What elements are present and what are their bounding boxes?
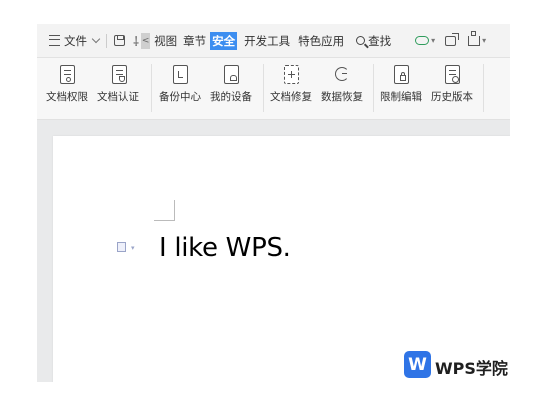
history-version-label: 历史版本 [431,91,473,103]
my-device-label: 我的设备 [210,91,252,103]
tab-security[interactable]: 安全 [210,31,238,50]
doc-permission-icon [60,65,75,84]
doc-certify-icon [112,65,127,84]
tray-icon [468,30,481,46]
my-device-icon [224,65,239,84]
data-recovery-label: 数据恢复 [321,91,363,103]
tab-scroll-left-button[interactable]: < [141,32,151,49]
chevron-down-icon: ▾ [431,36,436,45]
restrict-edit-button[interactable]: 限制编辑 [380,58,424,119]
data-recovery-icon [335,67,349,81]
cloud-icon [415,36,430,45]
search-label: 查找 [368,33,392,48]
doc-permission-button[interactable]: 文档权限 [46,58,90,119]
cloud-sync-button[interactable]: ▾ [415,36,435,45]
tab-featured-apps[interactable]: 特色应用 [296,33,346,49]
tab-view[interactable]: 视图 [152,33,179,49]
history-version-icon [445,65,460,84]
backup-center-label: 备份中心 [159,91,201,103]
paragraph-handle-icon[interactable] [117,242,126,252]
restrict-edit-icon [394,65,409,84]
backup-center-icon [170,65,188,84]
hamburger-icon [49,35,60,46]
file-menu-label: 文件 [64,33,87,48]
data-recovery-button[interactable]: 数据恢复 [321,58,365,119]
ribbon-divider [373,64,374,112]
wps-academy-watermark: WPS学院 [435,359,508,378]
document-text[interactable]: I like WPS. [159,233,291,263]
divider [106,33,107,48]
wps-logo: W [404,351,431,378]
my-device-button[interactable]: 我的设备 [210,58,254,119]
format-painter-icon[interactable]: ⸸ [133,32,139,50]
ribbon-divider [151,64,152,112]
wps-logo-letter: W [408,354,427,375]
tab-developer-tools[interactable]: 开发工具 [242,33,292,49]
doc-repair-button[interactable]: 文档修复 [270,58,314,119]
chevron-down-icon [91,34,101,44]
doc-certify-button[interactable]: 文档认证 [97,58,141,119]
share-icon[interactable] [445,32,460,46]
document-page[interactable]: ▾ I like WPS. [53,136,510,382]
security-ribbon: 文档权限 文档认证 备份中心 我的设备 文档修复 数据恢复 限制编辑 历史版本 [37,58,510,120]
backup-center-button[interactable]: 备份中心 [159,58,203,119]
ribbon-divider [483,64,484,112]
page-margin-corner [154,200,175,221]
file-menu[interactable]: 文件 [49,33,101,49]
wps-app-window: 文件 ⸸ < 视图 章节 安全 开发工具 特色应用 查找 ▾ ▾ 文档权限 文档… [37,24,510,382]
tab-chapter[interactable]: 章节 [181,33,208,49]
doc-certify-label: 文档认证 [97,91,139,103]
search-button[interactable]: 查找 [356,33,391,49]
menu-bar: 文件 ⸸ < 视图 章节 安全 开发工具 特色应用 查找 ▾ ▾ [37,24,510,58]
chevron-down-icon: ▾ [482,36,487,45]
search-icon [356,36,366,45]
save-icon[interactable] [114,35,125,46]
ribbon-divider [263,64,264,112]
export-button[interactable]: ▾ [468,30,487,46]
doc-permission-label: 文档权限 [46,91,88,103]
doc-repair-icon [284,65,299,84]
chevron-down-icon: ▾ [131,244,135,252]
restrict-edit-label: 限制编辑 [380,91,422,103]
doc-repair-label: 文档修复 [270,91,312,103]
history-version-button[interactable]: 历史版本 [431,58,475,119]
